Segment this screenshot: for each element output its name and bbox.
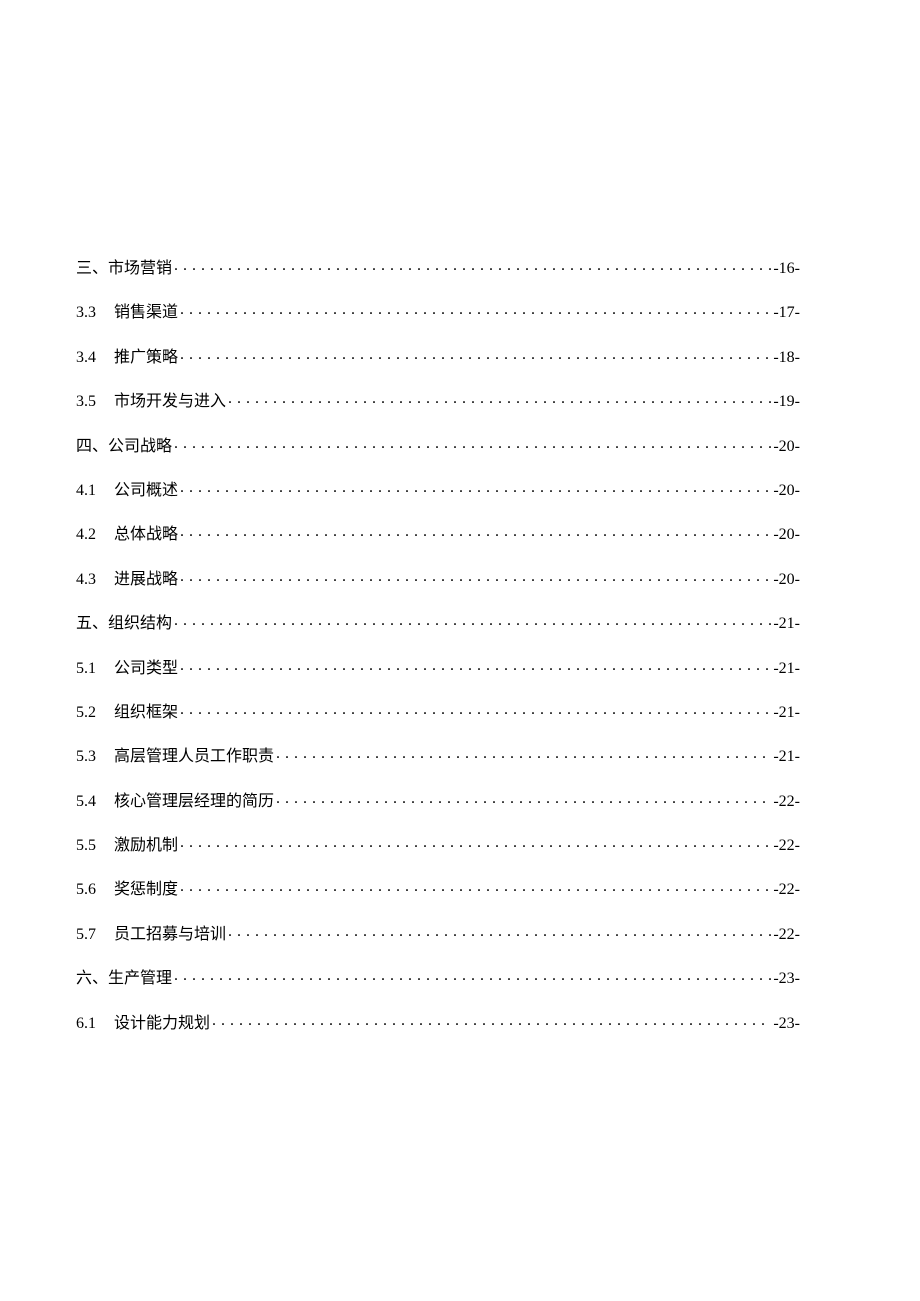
toc-number: 六、 <box>76 964 108 988</box>
toc-dots <box>174 435 771 451</box>
toc-number: 4.2 <box>76 526 96 544</box>
toc-number: 5.7 <box>76 926 96 944</box>
toc-title: 生产管理 <box>108 964 172 988</box>
toc-entry: 3.5 市场开发与进入 -19- <box>76 387 800 431</box>
toc-number: 五、 <box>76 609 108 633</box>
toc-dots <box>180 301 771 317</box>
toc-page: -22- <box>773 881 800 899</box>
toc-entry: 4.3 进展战略 -20- <box>76 565 800 609</box>
toc-title: 总体战略 <box>114 520 178 544</box>
toc-entry: 三、 市场营销 -16- <box>76 254 800 298</box>
toc-number: 5.5 <box>76 837 96 855</box>
toc-page: -19- <box>773 393 800 411</box>
toc-number: 三、 <box>76 254 108 278</box>
toc-dots <box>180 568 771 584</box>
toc-dots <box>180 346 771 362</box>
toc-dots <box>228 390 771 406</box>
toc-number: 5.1 <box>76 660 96 678</box>
toc-entry: 5.7 员工招募与培训 -22- <box>76 920 800 964</box>
toc-title: 组织结构 <box>108 609 172 633</box>
toc-page: -21- <box>773 660 800 678</box>
toc-title: 公司概述 <box>114 476 178 500</box>
toc-title: 激励机制 <box>114 831 178 855</box>
toc-dots <box>174 257 771 273</box>
toc-title: 奖惩制度 <box>114 875 178 899</box>
toc-title: 推广策略 <box>114 343 178 367</box>
toc-number: 3.5 <box>76 393 96 411</box>
toc-page: -20- <box>773 438 800 456</box>
toc-number: 4.1 <box>76 482 96 500</box>
toc-entry: 6.1 设计能力规划 -23- <box>76 1009 800 1053</box>
toc-title: 公司战略 <box>108 432 172 456</box>
toc-dots <box>180 878 771 894</box>
toc-number: 3.3 <box>76 304 96 322</box>
toc-container: 三、 市场营销 -16- 3.3 销售渠道 -17- 3.4 推广策略 -18-… <box>76 254 800 1053</box>
toc-entry: 5.2 组织框架 -21- <box>76 698 800 742</box>
toc-title: 设计能力规划 <box>114 1009 210 1033</box>
toc-title: 市场开发与进入 <box>114 387 226 411</box>
toc-title: 销售渠道 <box>114 298 178 322</box>
toc-title: 员工招募与培训 <box>114 920 226 944</box>
toc-entry: 5.1 公司类型 -21- <box>76 654 800 698</box>
toc-number: 四、 <box>76 432 108 456</box>
toc-title: 高层管理人员工作职责 <box>114 742 274 766</box>
toc-entry: 4.1 公司概述 -20- <box>76 476 800 520</box>
toc-dots <box>180 657 771 673</box>
toc-entry: 四、 公司战略 -20- <box>76 432 800 476</box>
toc-dots <box>276 745 771 761</box>
toc-number: 5.2 <box>76 704 96 722</box>
toc-entry: 5.3 高层管理人员工作职责 -21- <box>76 742 800 786</box>
toc-page: -21- <box>773 615 800 633</box>
toc-number: 4.3 <box>76 571 96 589</box>
toc-entry: 5.5 激励机制 -22- <box>76 831 800 875</box>
toc-page: -22- <box>773 837 800 855</box>
toc-number: 6.1 <box>76 1015 96 1033</box>
toc-number: 5.4 <box>76 793 96 811</box>
toc-dots <box>180 479 771 495</box>
toc-page: -17- <box>773 304 800 322</box>
toc-title: 进展战略 <box>114 565 178 589</box>
toc-dots <box>174 612 771 628</box>
toc-dots <box>228 923 771 939</box>
toc-page: -18- <box>773 349 800 367</box>
toc-number: 3.4 <box>76 349 96 367</box>
toc-page: -21- <box>773 748 800 766</box>
toc-entry: 3.3 销售渠道 -17- <box>76 298 800 342</box>
toc-number: 5.3 <box>76 748 96 766</box>
toc-title: 公司类型 <box>114 654 178 678</box>
toc-page: -22- <box>773 926 800 944</box>
toc-dots <box>180 523 771 539</box>
toc-title: 市场营销 <box>108 254 172 278</box>
toc-entry: 4.2 总体战略 -20- <box>76 520 800 564</box>
toc-number: 5.6 <box>76 881 96 899</box>
toc-entry: 六、 生产管理 -23- <box>76 964 800 1008</box>
toc-page: -20- <box>773 571 800 589</box>
toc-page: -20- <box>773 482 800 500</box>
toc-page: -21- <box>773 704 800 722</box>
toc-dots <box>276 790 771 806</box>
toc-page: -23- <box>773 970 800 988</box>
toc-dots <box>174 967 771 983</box>
toc-page: -16- <box>773 260 800 278</box>
toc-entry: 5.4 核心管理层经理的简历 -22- <box>76 787 800 831</box>
toc-dots <box>180 834 771 850</box>
toc-entry: 五、 组织结构 -21- <box>76 609 800 653</box>
toc-page: -23- <box>773 1015 800 1033</box>
toc-page: -20- <box>773 526 800 544</box>
toc-dots <box>212 1012 771 1028</box>
toc-dots <box>180 701 771 717</box>
toc-title: 核心管理层经理的简历 <box>114 787 274 811</box>
toc-page: -22- <box>773 793 800 811</box>
toc-entry: 3.4 推广策略 -18- <box>76 343 800 387</box>
toc-title: 组织框架 <box>114 698 178 722</box>
toc-entry: 5.6 奖惩制度 -22- <box>76 875 800 919</box>
